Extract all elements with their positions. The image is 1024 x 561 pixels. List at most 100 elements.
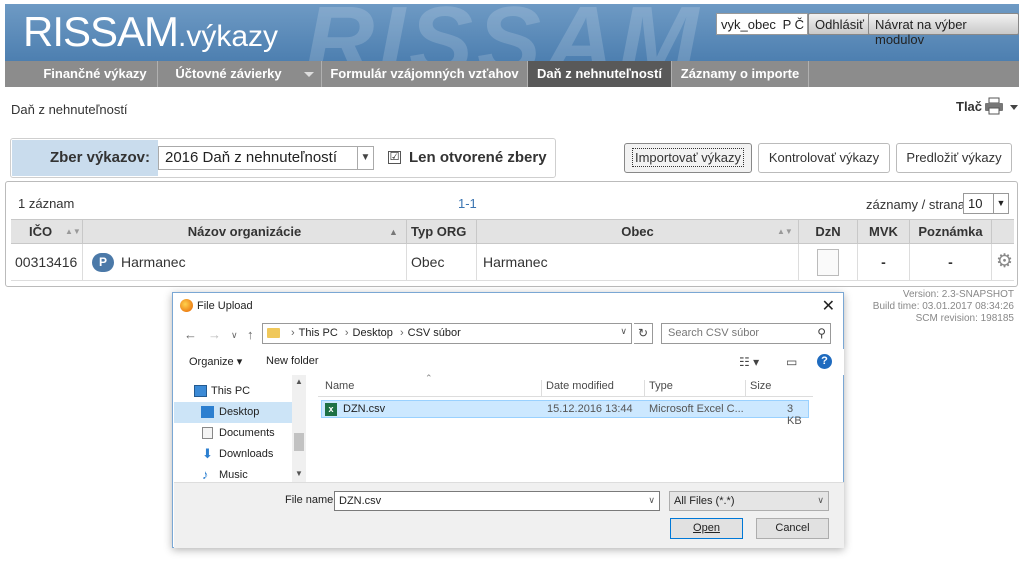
column-name[interactable]: Name: [321, 380, 541, 396]
dialog-toolbar: Organize ▾ New folder ☷ ▾ ▭: [174, 349, 844, 375]
print-link[interactable]: Tlač: [956, 99, 982, 114]
organize-button[interactable]: Organize ▾: [189, 355, 242, 368]
chevron-down-icon[interactable]: ∨: [620, 326, 627, 337]
main-nav: Finančné výkazy Účtovné závierky Formulá…: [5, 61, 1019, 87]
column-label: Obec: [621, 224, 654, 239]
path-separator: ›: [344, 327, 349, 339]
scroll-down-icon[interactable]: ▼: [295, 469, 303, 478]
view-options-icon[interactable]: ☷ ▾: [739, 355, 759, 369]
scroll-up-icon[interactable]: ▲: [295, 377, 303, 386]
column-name[interactable]: Názov organizácie ▲: [83, 220, 407, 244]
file-list-header: ⌃ Name Date modified Type Size: [318, 373, 813, 397]
tree-item-downloads[interactable]: ⬇ Downloads: [174, 444, 292, 465]
column-type[interactable]: Type: [644, 380, 745, 396]
logo-suffix: .výkazy: [178, 20, 279, 53]
tab-financne-vykazy[interactable]: Finančné výkazy: [33, 61, 158, 87]
file-type: Microsoft Excel C...: [649, 403, 744, 415]
app-logo[interactable]: RISSAM.výkazy: [23, 8, 278, 56]
navigation-scrollbar[interactable]: ▲ ▼: [292, 375, 306, 482]
path-segment[interactable]: CSV súbor: [408, 327, 461, 339]
cell-dzn: [799, 244, 858, 281]
file-upload-dialog: File Upload ✕ ← → ∨ ↑ › This PC › Desktop …: [172, 292, 844, 548]
tab-zaznamy-o-importe[interactable]: Záznamy o importe: [672, 61, 809, 87]
refresh-icon[interactable]: ↻: [634, 323, 653, 344]
sort-icon: ▲▼: [65, 227, 81, 236]
org-badge: P: [92, 253, 114, 272]
file-row[interactable]: x DZN.csv 15.12.2016 13:44 Microsoft Exc…: [321, 400, 809, 427]
import-button[interactable]: Importovať výkazy: [624, 143, 752, 173]
downloads-icon: ⬇: [202, 446, 213, 461]
column-label: Názov organizácie: [187, 224, 302, 239]
collection-select[interactable]: 2016 Daň z nehnuteľností ▼: [158, 146, 374, 170]
back-to-modules-button[interactable]: Návrat na výber modulov: [868, 13, 1019, 47]
build-scm: SCM revision: 198185: [915, 313, 1014, 324]
documents-icon: [202, 427, 213, 439]
close-icon[interactable]: ✕: [822, 296, 835, 316]
chevron-down-icon[interactable]: ∨: [648, 495, 655, 506]
document-icon[interactable]: [817, 249, 839, 276]
cell-city: Harmanec: [477, 244, 799, 281]
file-date: 15.12.2016 13:44: [547, 403, 633, 415]
per-page-select[interactable]: 10 ▼: [963, 193, 1009, 214]
file-size: 3 KB: [787, 403, 802, 427]
open-button[interactable]: Open: [670, 518, 743, 539]
preview-pane-icon[interactable]: ▭: [786, 355, 797, 369]
pagination-range[interactable]: 1-1: [458, 196, 477, 211]
tab-uctovne-zavierky[interactable]: Účtovné závierky: [158, 61, 322, 87]
path-separator: ›: [399, 327, 404, 339]
file-type-select[interactable]: All Files (*.*) ∨: [669, 491, 829, 511]
gear-icon[interactable]: ⚙: [996, 252, 1013, 272]
address-bar[interactable]: › This PC › Desktop › CSV súbor ∨: [262, 323, 632, 344]
logout-button[interactable]: Odhlásiť: [808, 13, 871, 35]
column-date[interactable]: Date modified: [541, 380, 644, 396]
help-icon[interactable]: ?: [817, 354, 832, 369]
column-city[interactable]: Obec ▲▼: [477, 220, 799, 244]
scrollbar-thumb[interactable]: [294, 433, 304, 451]
tree-item-this-pc[interactable]: This PC: [174, 381, 292, 402]
tree-label: This PC: [211, 385, 251, 397]
path-separator: ›: [291, 327, 295, 339]
cell-mvk: -: [858, 244, 910, 281]
column-ico[interactable]: IČO ▲▼: [11, 220, 83, 244]
import-button-label: Importovať výkazy: [631, 148, 745, 167]
file-type-value: All Files (*.*): [674, 495, 735, 507]
back-arrow-icon[interactable]: ←: [184, 327, 197, 342]
tab-dan-z-nehnutelnosti[interactable]: Daň z nehnuteľností: [528, 61, 672, 87]
column-type[interactable]: Typ ORG: [407, 220, 477, 244]
cancel-button[interactable]: Cancel: [756, 518, 829, 539]
submit-button[interactable]: Predložiť výkazy: [896, 143, 1012, 173]
table-header: IČO ▲▼ Názov organizácie ▲ Typ ORG Obec …: [11, 219, 1014, 244]
check-button[interactable]: Kontrolovať výkazy: [758, 143, 890, 173]
path-segment[interactable]: This PC: [299, 327, 338, 339]
filter-panel: Zber výkazov: 2016 Daň z nehnuteľností ▼…: [10, 138, 556, 178]
tree-item-desktop[interactable]: Desktop: [174, 402, 292, 423]
search-icon: ⚲: [817, 326, 826, 340]
forward-arrow-icon[interactable]: →: [208, 327, 221, 342]
path-segment[interactable]: Desktop: [353, 327, 393, 339]
new-folder-button[interactable]: New folder: [266, 355, 319, 367]
up-arrow-icon[interactable]: ↑: [247, 327, 254, 342]
column-mvk: MVK: [858, 220, 910, 244]
chevron-down-icon: ▼: [993, 194, 1008, 213]
cell-ico: 00313416: [11, 244, 83, 281]
open-only-label[interactable]: Len otvorené zbery: [409, 149, 547, 166]
search-input[interactable]: Search CSV súbor ⚲: [661, 323, 831, 344]
cell-name: P Harmanec: [83, 244, 407, 281]
tree-item-documents[interactable]: Documents: [174, 423, 292, 444]
user-field[interactable]: vyk_obec P Č: [716, 13, 808, 35]
recent-locations-icon[interactable]: ∨: [231, 330, 238, 341]
chevron-down-icon[interactable]: [1010, 105, 1018, 110]
desktop-icon: [201, 406, 214, 418]
tab-formular-vztahov[interactable]: Formulár vzájomných vzťahov: [322, 61, 528, 87]
tree-label: Documents: [219, 427, 275, 439]
table-row[interactable]: 00313416 P Harmanec Obec Harmanec - - ⚙: [11, 244, 1014, 281]
open-only-checkbox[interactable]: ☑: [388, 151, 401, 164]
filter-label: Zber výkazov:: [49, 149, 150, 166]
computer-icon: [194, 385, 207, 397]
printer-icon[interactable]: [984, 97, 1004, 115]
user-name: vyk_obec: [721, 17, 776, 32]
dialog-title: File Upload: [197, 300, 253, 312]
file-name-input[interactable]: DZN.csv ∨: [334, 491, 660, 511]
column-size[interactable]: Size: [745, 380, 811, 396]
per-page-value: 10: [968, 196, 983, 211]
